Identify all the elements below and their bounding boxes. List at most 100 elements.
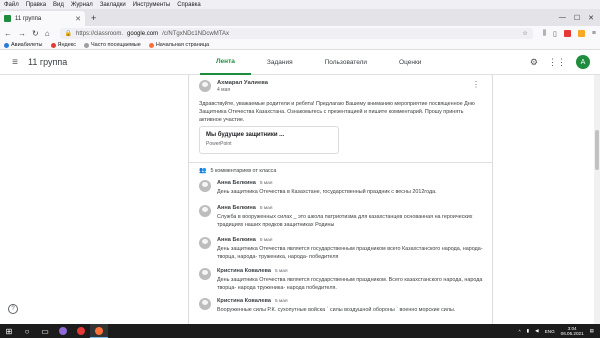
comment-date: 5 мая bbox=[259, 181, 273, 186]
announcement-card: Ахмарал Уалиева 4 мая ⋮ Здравствуйте, ув… bbox=[188, 75, 493, 324]
browser-menubar: Файл Правка Вид Журнал Закладки Инструме… bbox=[0, 0, 600, 9]
forward-icon[interactable]: → bbox=[18, 29, 26, 38]
bookmark-favicon-icon bbox=[148, 42, 154, 48]
menu-bookmarks[interactable]: Закладки bbox=[100, 2, 126, 8]
window-controls: — ☐ ✕ bbox=[559, 14, 600, 22]
class-title[interactable]: 11 группа bbox=[28, 57, 67, 67]
comment-item: Кристина Ковалева 5 мая День защитника От… bbox=[199, 268, 484, 292]
reload-icon[interactable]: ↻ bbox=[32, 29, 39, 38]
tab-strip: 11 группа ✕ + — ☐ ✕ bbox=[0, 9, 600, 26]
comment-author: Анна Белкина bbox=[217, 205, 256, 211]
attachment-title: Мы будущие защитники ... bbox=[206, 132, 285, 138]
toolbar-right: ⫼ ▯ ≡ bbox=[543, 30, 596, 38]
comment-text: День защитника Отечества в Казахстане, г… bbox=[217, 189, 437, 195]
page-scrollbar[interactable] bbox=[594, 75, 600, 324]
clock[interactable]: 3:04 06.05.2021 bbox=[561, 326, 584, 336]
commenter-avatar bbox=[199, 298, 211, 310]
tab-stream[interactable]: Лента bbox=[200, 50, 251, 75]
search-icon[interactable]: ○ bbox=[18, 324, 36, 338]
comment-author: Кристина Ковалева bbox=[217, 268, 271, 274]
address-bar[interactable]: 🔒 https://classroom. google.com/c/NTgxNDc… bbox=[59, 28, 533, 39]
clock-date: 06.05.2021 bbox=[560, 331, 584, 336]
url-prefix: https://classroom. bbox=[76, 30, 124, 37]
attachment-card[interactable]: Мы будущие защитники ... PowerPoint bbox=[199, 126, 339, 154]
windows-taskbar: ⊞ ○ ▭ ^ ▮ ◀ ENG 3:04 06.05.2021 ▤ bbox=[0, 324, 600, 338]
bookmark-item[interactable]: Яндекс bbox=[50, 42, 76, 48]
home-icon[interactable]: ⌂ bbox=[45, 29, 50, 38]
tray-up-icon[interactable]: ^ bbox=[518, 329, 520, 334]
bookmark-item[interactable]: Часто посещаемые bbox=[84, 42, 141, 48]
comment-author: Кристина Ковалева bbox=[217, 298, 271, 304]
lock-icon: 🔒 bbox=[64, 31, 73, 37]
close-window-icon[interactable]: ✕ bbox=[588, 14, 594, 22]
bookmark-item[interactable]: Авиабилеты bbox=[4, 42, 43, 48]
account-avatar[interactable]: A bbox=[576, 55, 590, 69]
menu-history[interactable]: Журнал bbox=[71, 2, 93, 8]
scrollbar-thumb[interactable] bbox=[595, 130, 599, 170]
menu-view[interactable]: Вид bbox=[53, 2, 64, 8]
menu-help[interactable]: Справка bbox=[177, 2, 201, 8]
browser-tab[interactable]: 11 группа ✕ bbox=[0, 11, 85, 26]
class-comments-toggle[interactable]: 👥 5 комментариев от класса bbox=[199, 167, 277, 175]
close-tab-icon[interactable]: ✕ bbox=[75, 15, 81, 23]
yandex-icon[interactable] bbox=[72, 324, 90, 338]
url-path: /c/NTgxNDc1NDcwMTAx bbox=[162, 30, 229, 37]
volume-icon[interactable]: ◀ bbox=[535, 328, 539, 334]
tab-people[interactable]: Пользователи bbox=[309, 50, 383, 75]
comment-item: Анна Белкина 5 мая День защитника Отечест… bbox=[199, 237, 484, 261]
menu-tools[interactable]: Инструменты bbox=[133, 2, 170, 8]
navigation-bar: ← → ↻ ⌂ 🔒 https://classroom. google.com/c… bbox=[0, 26, 600, 41]
extension-2-icon[interactable] bbox=[577, 30, 585, 37]
browser-tab-title: 11 группа bbox=[15, 15, 42, 22]
comment-author: Анна Белкина bbox=[217, 180, 256, 186]
comment-text: Вооруженные силы Р.К. сухопутные войска … bbox=[217, 307, 456, 313]
comment-text: День защитника Отечества является госуда… bbox=[217, 246, 483, 260]
menu-hamburger-icon[interactable]: ≡ bbox=[592, 30, 596, 37]
comment-date: 5 мая bbox=[274, 299, 288, 304]
app-icon[interactable] bbox=[54, 324, 72, 338]
maximize-icon[interactable]: ☐ bbox=[574, 14, 580, 22]
new-tab-button[interactable]: + bbox=[91, 13, 96, 23]
bookmark-item[interactable]: Начальная страница bbox=[148, 42, 209, 48]
comment-item: Анна Белкина 5 мая День защитника Отечест… bbox=[199, 180, 484, 197]
commenter-avatar bbox=[199, 268, 211, 280]
bookmark-star-icon[interactable]: ☆ bbox=[522, 30, 527, 37]
post-author: Ахмарал Уалиева bbox=[217, 80, 268, 86]
minimize-icon[interactable]: — bbox=[559, 14, 566, 22]
bookmark-favicon-icon bbox=[84, 42, 90, 48]
comment-author: Анна Белкина bbox=[217, 237, 256, 243]
main-menu-icon[interactable]: ≡ bbox=[4, 57, 26, 68]
tab-grades[interactable]: Оценки bbox=[383, 50, 437, 75]
settings-gear-icon[interactable]: ⚙ bbox=[530, 57, 538, 68]
back-icon[interactable]: ← bbox=[4, 29, 12, 38]
divider bbox=[189, 162, 492, 163]
bookmark-favicon-icon bbox=[4, 42, 9, 48]
library-icon[interactable]: ⫼ bbox=[543, 30, 546, 38]
menu-edit[interactable]: Правка bbox=[26, 2, 46, 8]
network-icon[interactable]: ▮ bbox=[527, 328, 530, 334]
more-options-icon[interactable]: ⋮ bbox=[472, 80, 480, 89]
bookmarks-toolbar: Авиабилеты Яндекс Часто посещаемые Начал… bbox=[0, 41, 600, 50]
firefox-icon[interactable] bbox=[90, 324, 108, 338]
help-icon[interactable]: ? bbox=[8, 304, 18, 314]
comment-text: Служба в вооруженных силах _ это школа п… bbox=[217, 214, 473, 228]
author-avatar bbox=[199, 80, 211, 92]
comments-count: 5 комментариев от класса bbox=[210, 167, 277, 174]
post-body: Здравствуйте, уважаемые родители и ребят… bbox=[199, 101, 475, 123]
attachment-type: PowerPoint bbox=[206, 141, 232, 147]
sidebar-icon[interactable]: ▯ bbox=[553, 30, 557, 38]
commenter-avatar bbox=[199, 237, 211, 249]
extension-icon[interactable] bbox=[563, 30, 571, 37]
comment-date: 5 мая bbox=[259, 238, 273, 243]
post-date: 4 мая bbox=[217, 87, 231, 93]
windows-start-icon[interactable]: ⊞ bbox=[0, 324, 18, 338]
task-view-icon[interactable]: ▭ bbox=[36, 324, 54, 338]
tab-classwork[interactable]: Задания bbox=[251, 50, 309, 75]
menu-file[interactable]: Файл bbox=[4, 2, 19, 8]
class-tabs: Лента Задания Пользователи Оценки bbox=[200, 50, 437, 75]
notifications-icon[interactable]: ▤ bbox=[590, 328, 594, 334]
comment-date: 5 мая bbox=[259, 206, 273, 211]
apps-grid-icon[interactable]: ⋮⋮ bbox=[548, 57, 566, 68]
language-indicator[interactable]: ENG bbox=[545, 329, 555, 334]
classroom-header: ≡ 11 группа Лента Задания Пользователи О… bbox=[0, 50, 600, 75]
